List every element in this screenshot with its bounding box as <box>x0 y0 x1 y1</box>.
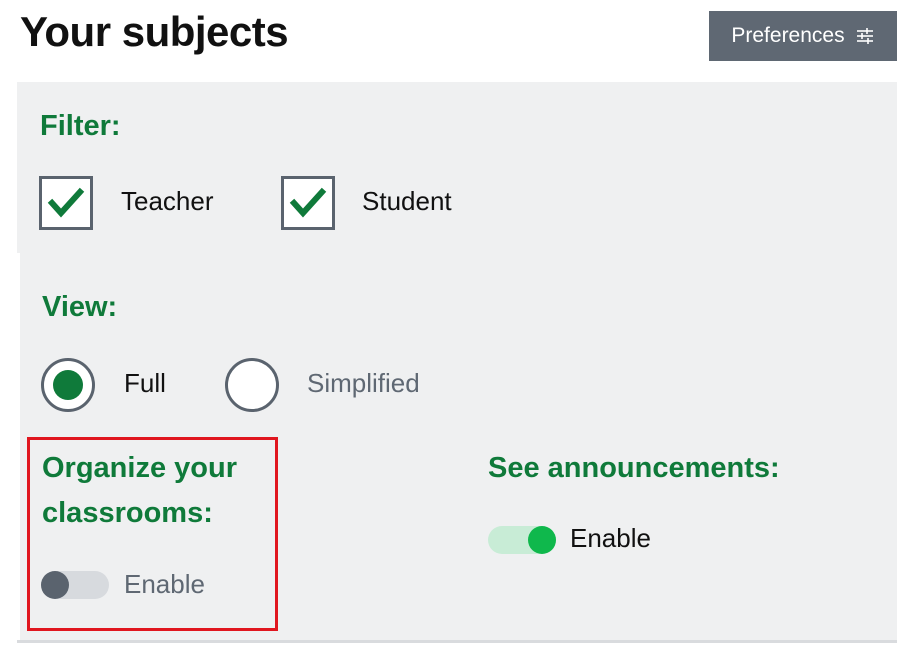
preferences-label: Preferences <box>731 24 845 47</box>
full-view-label: Full <box>124 368 166 398</box>
checkmark-icon <box>289 187 327 218</box>
sliders-icon <box>856 28 873 44</box>
toggle-knob <box>41 571 69 599</box>
radio-selected-dot <box>53 370 83 400</box>
announcements-label: See announcements: <box>488 452 780 484</box>
announcements-toggle[interactable] <box>488 526 556 554</box>
simplified-view-radio[interactable] <box>225 358 279 412</box>
checkmark-icon <box>47 187 85 218</box>
teacher-checkbox[interactable] <box>39 176 93 230</box>
announcements-toggle-label: Enable <box>570 523 651 553</box>
panel-divider <box>17 253 20 640</box>
page-title: Your subjects <box>20 8 289 55</box>
teacher-label: Teacher <box>121 186 214 216</box>
organize-toggle[interactable] <box>41 571 109 599</box>
filter-label: Filter: <box>40 110 121 142</box>
organize-label-line1: Organize your <box>42 452 237 484</box>
full-view-radio[interactable] <box>41 358 95 412</box>
preferences-button[interactable]: Preferences <box>709 11 897 61</box>
simplified-view-label: Simplified <box>307 368 420 398</box>
panel-bottom-divider <box>17 640 897 643</box>
view-label: View: <box>42 291 118 323</box>
student-label: Student <box>362 186 452 216</box>
organize-toggle-label: Enable <box>124 569 205 599</box>
toggle-knob <box>528 526 556 554</box>
student-checkbox[interactable] <box>281 176 335 230</box>
organize-label-line2: classrooms: <box>42 497 213 529</box>
